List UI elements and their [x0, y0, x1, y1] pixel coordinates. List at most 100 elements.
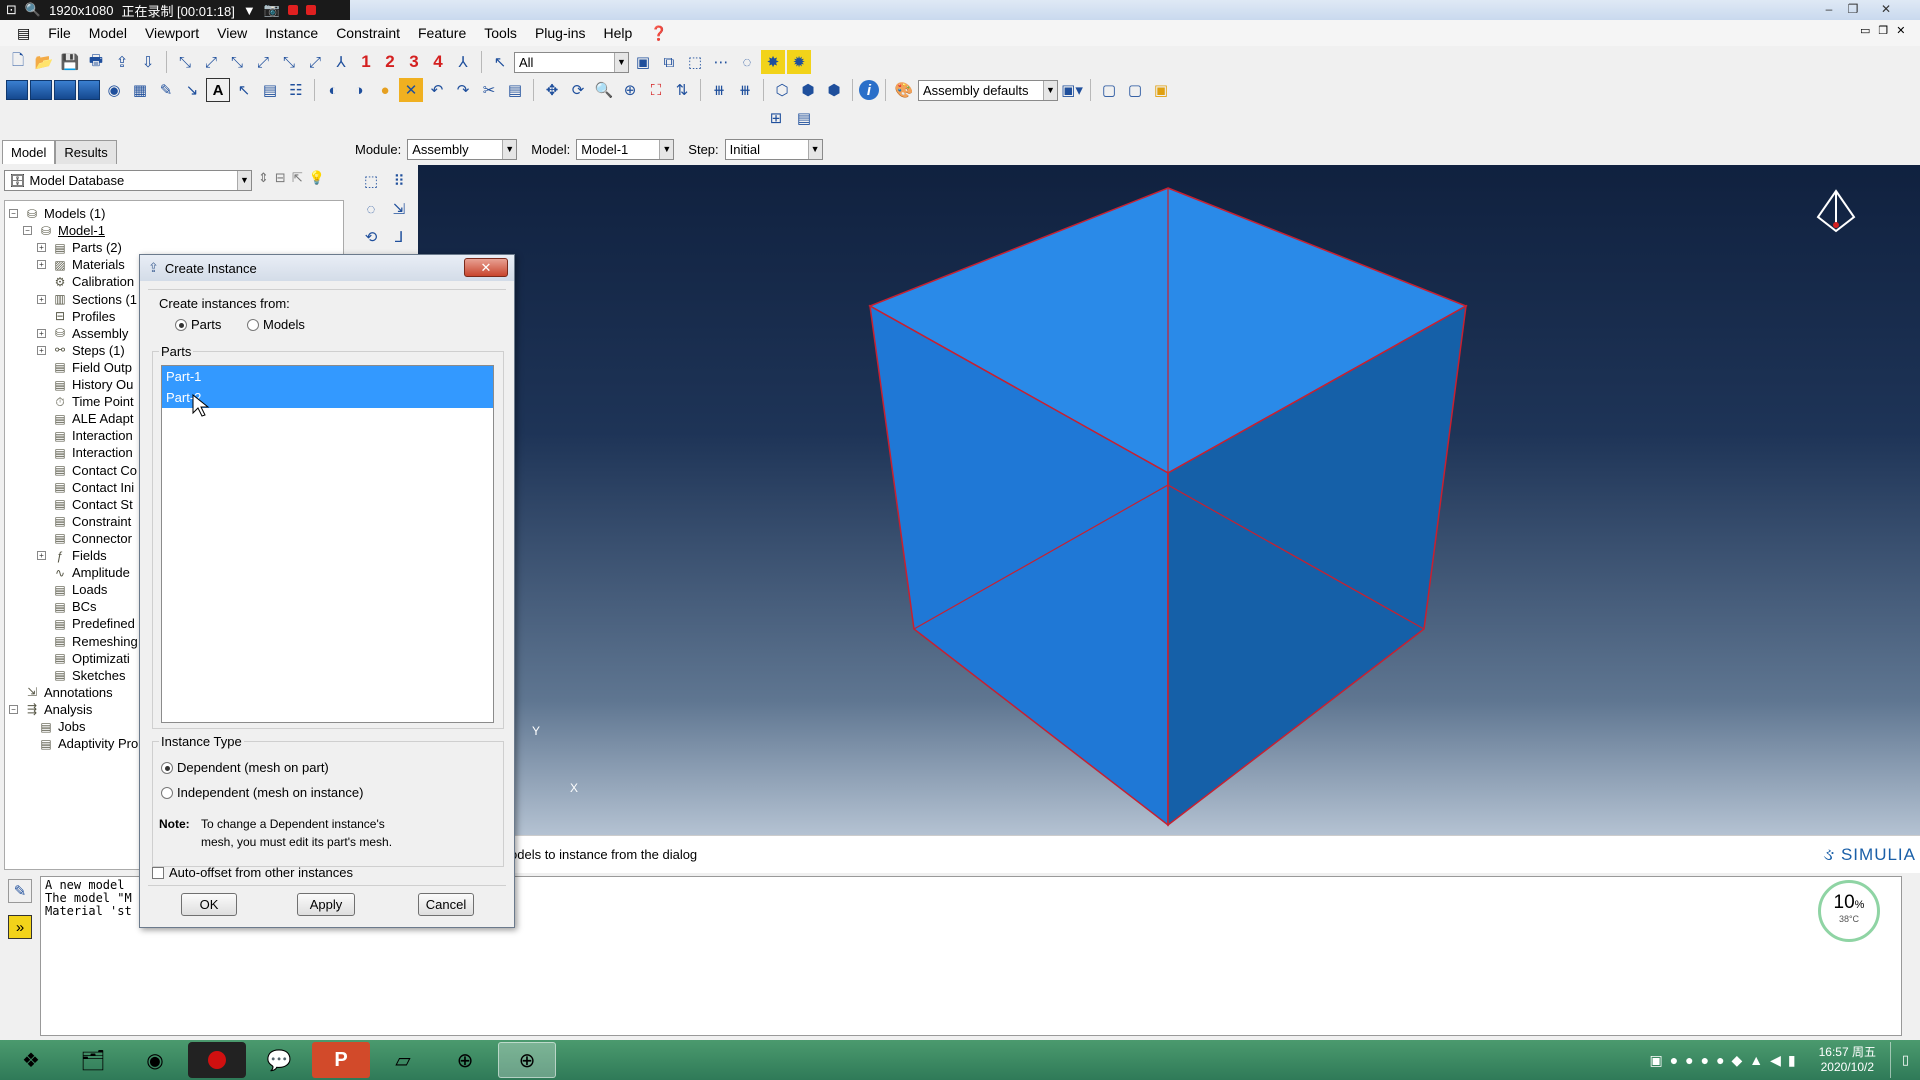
arrow-annotation-icon[interactable]: ↘ [180, 78, 204, 102]
ok-button[interactable]: OK [181, 893, 237, 916]
database-select[interactable]: 🗄 Model Database ▼ [4, 170, 252, 191]
constraint-3[interactable]: 3 [403, 52, 425, 72]
auto-fit-icon[interactable]: ⛶ [644, 78, 668, 102]
cut-icon[interactable]: ✂ [477, 78, 501, 102]
undo-icon[interactable]: ↶ [425, 78, 449, 102]
mdi-window-controls[interactable]: ▭❐✕ [1860, 24, 1913, 37]
parts-list[interactable]: Part-1 Part-2 [161, 365, 494, 723]
browser-icon[interactable]: ◉ [126, 1042, 184, 1078]
parallel-icon[interactable]: ⧻ [733, 78, 757, 102]
redo-icon[interactable]: ↷ [451, 78, 475, 102]
sync-icon[interactable]: ◉ [102, 78, 126, 102]
perspective-icon[interactable]: ⧻ [707, 78, 731, 102]
filter-icon[interactable]: ⊟ [275, 170, 286, 186]
menu-plugins[interactable]: Plug-ins [526, 20, 595, 46]
tree-expander-icon[interactable]: + [37, 243, 46, 253]
chain-select-icon[interactable]: ⋯ [709, 50, 733, 74]
menu-viewport[interactable]: Viewport [136, 20, 208, 46]
auto-offset-box[interactable] [152, 867, 164, 879]
datum-csys-icon[interactable]: ⅄ [329, 50, 353, 74]
rotate-instance-icon[interactable]: ⤢ [199, 50, 223, 74]
list-icon[interactable]: ☷ [284, 78, 308, 102]
highlight-icon[interactable]: ✸ [761, 50, 785, 74]
select-arrow-icon[interactable]: ↖ [488, 50, 512, 74]
close-icon[interactable]: ✕ [1866, 0, 1906, 18]
new-file-icon[interactable]: 🗋 [6, 50, 30, 74]
side-view-icon[interactable]: ▢ [1123, 78, 1147, 102]
menu-tools[interactable]: Tools [475, 20, 526, 46]
zoom-icon[interactable]: 🔍 [592, 78, 616, 102]
translate-toolbox-icon[interactable]: ⇲ [387, 197, 411, 221]
assembly-display-icon[interactable]: ⊞ [764, 106, 788, 130]
module-select[interactable]: Assembly ▼ [407, 138, 518, 160]
radial-pattern-toolbox-icon[interactable]: ◌ [359, 197, 383, 221]
minimize-icon[interactable]: – [1818, 0, 1840, 18]
recorder-task-icon[interactable] [188, 1042, 246, 1078]
csys-toolbox-icon[interactable]: ⅃ [387, 225, 411, 249]
restore-icon[interactable]: ❐ [1842, 0, 1864, 18]
highlight-clear-icon[interactable]: ✹ [787, 50, 811, 74]
notepad-icon[interactable]: ▱ [374, 1042, 432, 1078]
radio-parts-indicator[interactable] [175, 319, 187, 331]
viewport[interactable]: Y X [418, 165, 1920, 835]
view-cube-icon[interactable] [1810, 185, 1862, 237]
menu-constraint[interactable]: Constraint [327, 20, 409, 46]
text-annotation-icon[interactable]: A [206, 78, 230, 102]
select-inside-icon[interactable]: ⧉ [657, 50, 681, 74]
query-icon[interactable]: ✕ [399, 78, 423, 102]
pointer-icon[interactable]: ↖ [232, 78, 256, 102]
menu-model[interactable]: Model [80, 20, 136, 46]
explorer-icon[interactable]: 🗂 [64, 1042, 122, 1078]
tree-expander-icon[interactable]: + [37, 345, 46, 355]
menu-view[interactable]: View [208, 20, 256, 46]
cycle-views-icon[interactable]: ⇅ [670, 78, 694, 102]
radio-models[interactable]: Models [247, 317, 305, 332]
constraint-2[interactable]: 2 [379, 52, 401, 72]
import-icon[interactable]: ⇩ [136, 50, 160, 74]
message-toggle-icon[interactable]: ✎ [8, 879, 32, 903]
radial-pattern-icon[interactable]: ⤡ [277, 50, 301, 74]
rotate-toolbox-icon[interactable]: ⟲ [359, 225, 383, 249]
front-view-icon[interactable]: ▢ [1097, 78, 1121, 102]
constraint-4[interactable]: 4 [427, 52, 449, 72]
cancel-button[interactable]: Cancel [418, 893, 474, 916]
step-select[interactable]: Initial ▼ [724, 138, 823, 160]
record-pause-icon[interactable] [305, 5, 316, 15]
viewport-icon-1[interactable] [6, 80, 28, 100]
property-icon[interactable]: ▤ [258, 78, 282, 102]
boolean-icon[interactable]: ◐ [321, 78, 345, 102]
pan-icon[interactable]: ✥ [540, 78, 564, 102]
dialog-close-button[interactable]: ✕ [464, 258, 508, 277]
apply-button[interactable]: Apply [297, 893, 355, 916]
radio-models-indicator[interactable] [247, 319, 259, 331]
viewport-icon-4[interactable] [78, 80, 100, 100]
shaded-icon[interactable]: ⬢ [822, 78, 846, 102]
box-zoom-icon[interactable]: ⊕ [618, 78, 642, 102]
radio-independent-indicator[interactable] [161, 787, 173, 799]
start-icon[interactable]: ❖ [2, 1042, 60, 1078]
select-box-icon[interactable]: ▣ [631, 50, 655, 74]
linear-pattern-icon[interactable]: ⤢ [251, 50, 275, 74]
app-icon[interactable]: ▤ [8, 20, 39, 46]
search-icon[interactable]: 🔍 [25, 2, 41, 18]
expand-icon[interactable]: ⇱ [292, 170, 303, 186]
sphere-icon[interactable]: ● [373, 78, 397, 102]
instance-list-icon[interactable]: ▤ [792, 106, 816, 130]
lightbulb-icon[interactable]: 💡 [309, 170, 325, 186]
tree-node[interactable]: ▤ Adaptivity Pro [23, 733, 138, 754]
list-item-part-1[interactable]: Part-1 [162, 366, 493, 387]
sort-icon[interactable]: ⇕ [258, 170, 269, 186]
powerpoint-icon[interactable]: P [312, 1042, 370, 1078]
tab-model[interactable]: Model [2, 140, 56, 164]
selection-filter-select[interactable]: All ▼ [514, 51, 629, 73]
tree-expander-icon[interactable]: + [37, 328, 46, 338]
context-help-icon[interactable]: ❓ [641, 20, 676, 46]
tree-expander-icon[interactable]: + [37, 551, 46, 560]
tray-icons[interactable]: ▣●●●●◆▲◀▮ [1649, 1052, 1802, 1069]
dialog-title-bar[interactable]: ⇪ Create Instance [140, 255, 514, 281]
annotate-icon[interactable]: ✎ [154, 78, 178, 102]
model-select[interactable]: Model-1 ▼ [576, 138, 675, 160]
color-code-icon[interactable]: 🎨 [892, 78, 916, 102]
color-dropdown-icon[interactable]: ▣▾ [1060, 78, 1084, 102]
tree-expander-icon[interactable]: + [37, 294, 46, 304]
